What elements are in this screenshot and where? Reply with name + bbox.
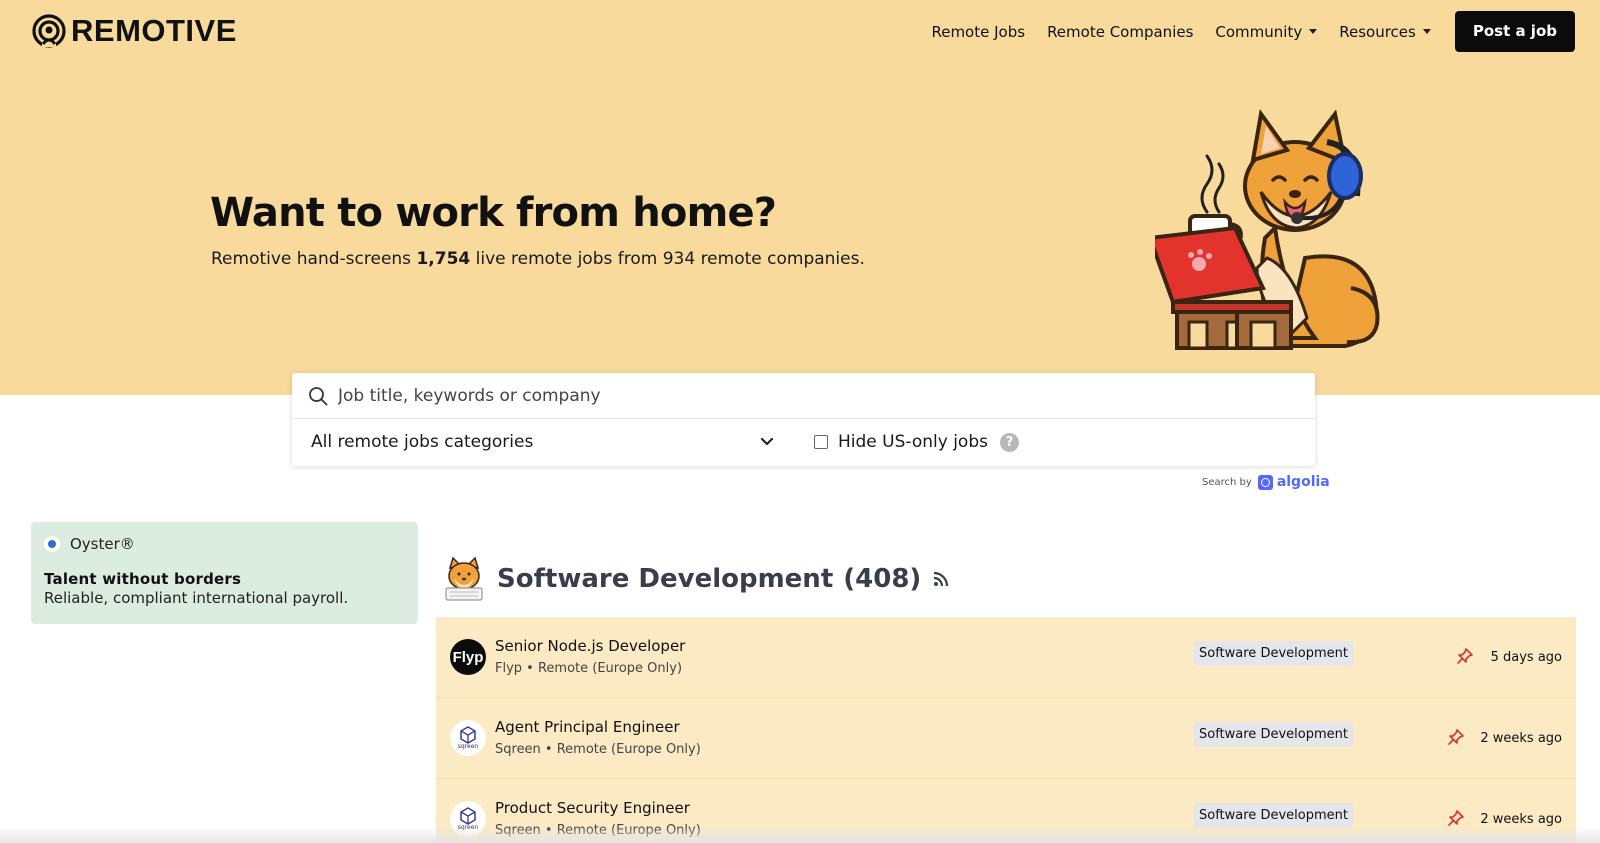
job-category-tag[interactable]: Software Development (1194, 803, 1353, 828)
hide-us-only-toggle[interactable]: Hide US-only jobs ? (814, 432, 1019, 452)
job-count: 1,754 (416, 249, 471, 269)
subtitle-prefix: Remotive hand-screens (211, 249, 412, 269)
oyster-logo-icon (44, 536, 60, 552)
rss-feed-icon[interactable] (933, 571, 949, 587)
section-count: (408) (843, 564, 922, 594)
job-title[interactable]: Senior Node.js Developer (495, 637, 685, 655)
sqreen-cube-icon (460, 807, 476, 825)
nav-label: Community (1215, 22, 1303, 41)
job-category-tag[interactable]: Software Development (1194, 722, 1353, 747)
pin-icon (1448, 810, 1464, 826)
category-section-header: Software Development (408) (444, 556, 949, 602)
logo-text: REMOTIVE (71, 13, 237, 48)
job-row[interactable]: sqreen Agent Principal Engineer Sqreen •… (436, 698, 1576, 779)
search-by-label: Search by (1202, 476, 1252, 488)
job-company-location: Flyp • Remote (Europe Only) (495, 661, 683, 676)
top-navigation: Remote Jobs Remote Companies Community R… (931, 11, 1575, 52)
posted-time: 2 weeks ago (1480, 812, 1562, 827)
job-list: Flyp Senior Node.js Developer Flyp • Rem… (436, 617, 1576, 843)
post-a-job-button[interactable]: Post a job (1454, 11, 1575, 52)
hero-subtitle: Remotive hand-screens 1,754 live remote … (211, 249, 865, 269)
help-icon[interactable]: ? (999, 432, 1019, 452)
search-input[interactable] (338, 385, 1238, 406)
company-logo-text: sqreen (457, 743, 479, 750)
job-title[interactable]: Product Security Engineer (495, 799, 690, 817)
sqreen-cube-icon (460, 726, 476, 744)
job-row[interactable]: Flyp Senior Node.js Developer Flyp • Rem… (436, 617, 1576, 698)
category-value: All remote jobs categories (311, 432, 534, 452)
search-by-algolia[interactable]: Search by algolia (1202, 474, 1330, 490)
oyster-ad-card[interactable]: Oyster® Talent without borders Reliable,… (31, 522, 418, 624)
caret-down-icon (1309, 29, 1318, 34)
logo-icon (32, 14, 66, 48)
hero-title: Want to work from home? (210, 190, 777, 236)
category-select[interactable]: All remote jobs categories (292, 432, 792, 452)
job-category-tag[interactable]: Software Development (1194, 641, 1353, 666)
search-icon (309, 386, 328, 405)
company-logo: Flyp (450, 639, 486, 675)
nav-label: Remote Companies (1047, 22, 1194, 41)
hero-banner: REMOTIVE Remote Jobs Remote Companies Co… (0, 0, 1600, 395)
shiba-laptop-icon (445, 556, 483, 601)
company-logo: sqreen (450, 720, 486, 756)
search-row (292, 373, 1315, 419)
hide-us-label: Hide US-only jobs (838, 432, 988, 452)
posted-time: 5 days ago (1490, 650, 1562, 665)
section-title[interactable]: Software Development (497, 564, 833, 594)
nav-remote-jobs[interactable]: Remote Jobs (931, 23, 1025, 41)
ad-title: Talent without borders (44, 570, 242, 588)
nav-label: Resources (1339, 22, 1416, 41)
ad-description: Reliable, compliant international payrol… (44, 589, 349, 607)
pin-icon (1457, 648, 1473, 664)
hide-us-checkbox[interactable] (814, 435, 828, 449)
algolia-wordmark: algolia (1276, 474, 1330, 490)
subtitle-suffix: live remote jobs from 934 remote compani… (475, 249, 865, 269)
nav-label: Remote Jobs (931, 22, 1026, 41)
job-search-panel: All remote jobs categories Hide US-only … (292, 373, 1315, 466)
bottom-edge-shadow (0, 827, 1600, 843)
nav-community[interactable]: Community (1215, 22, 1318, 41)
pin-icon (1448, 729, 1464, 745)
nav-resources[interactable]: Resources (1339, 23, 1431, 41)
filter-row: All remote jobs categories Hide US-only … (292, 419, 1315, 465)
caret-down-icon (1422, 29, 1431, 34)
job-company-location: Sqreen • Remote (Europe Only) (495, 742, 701, 757)
job-title[interactable]: Agent Principal Engineer (495, 718, 680, 736)
nav-remote-companies[interactable]: Remote Companies (1047, 23, 1193, 41)
chevron-down-icon (760, 437, 774, 446)
shiba-mascot-illustration (1155, 108, 1380, 350)
algolia-icon (1257, 474, 1273, 490)
remotive-logo[interactable]: REMOTIVE (32, 13, 237, 49)
posted-time: 2 weeks ago (1480, 731, 1562, 746)
ad-brand-name: Oyster® (70, 535, 135, 553)
ad-brand: Oyster® (44, 535, 405, 553)
